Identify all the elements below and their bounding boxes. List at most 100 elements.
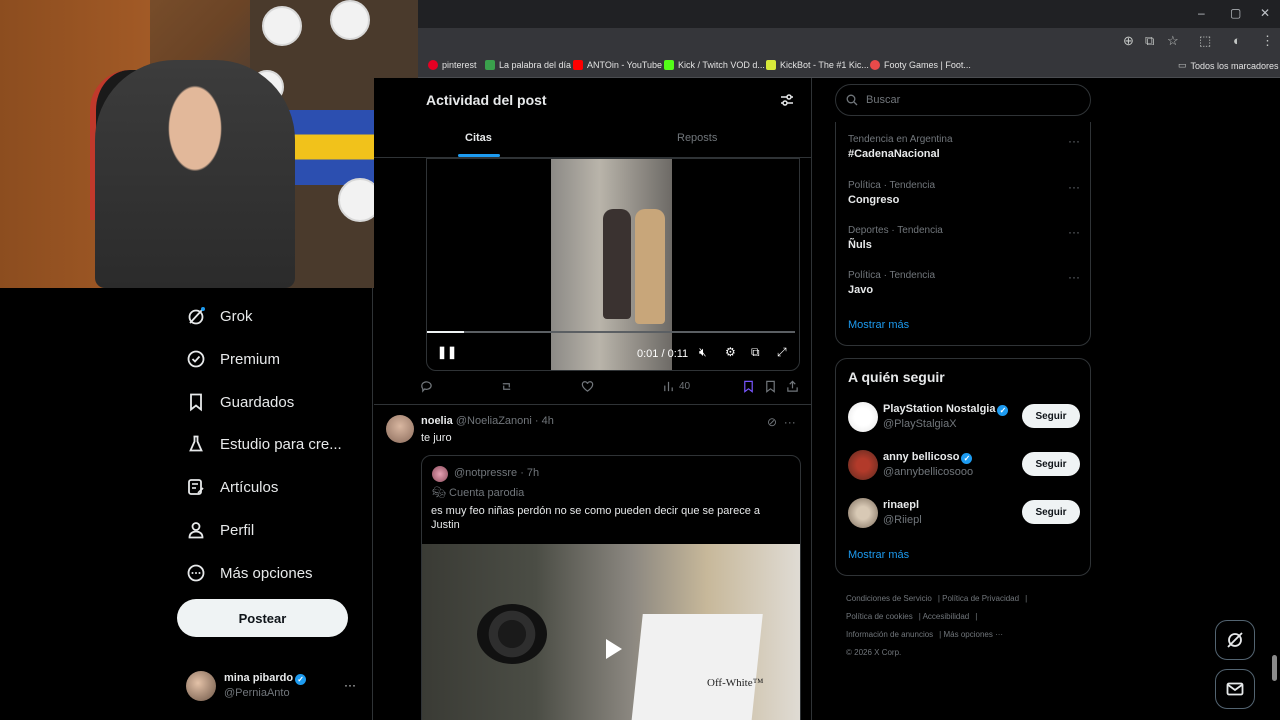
minimize-button[interactable]: – (1198, 6, 1205, 20)
grok-icon (1227, 632, 1243, 648)
nav-item-guardados[interactable]: Guardados (186, 392, 294, 412)
trends-show-more-link[interactable]: Mostrar más (848, 319, 909, 331)
camera-photo (477, 604, 547, 664)
tab-reposts[interactable]: Reposts (677, 132, 717, 144)
follow-button[interactable]: Seguir (1022, 500, 1080, 524)
nav-item-perfil[interactable]: Perfil (186, 520, 254, 540)
bookmark-youtube[interactable]: ANTOin - YouTube (573, 60, 662, 70)
article-icon (188, 479, 204, 495)
pinterest-icon (428, 60, 438, 70)
follow-suggestion[interactable]: rinaepl @Riiepl Seguir (848, 497, 1080, 529)
footer-link[interactable]: Más opciones ··· (943, 630, 1003, 639)
follow-suggestion[interactable]: anny bellicoso ✓ @annybellicosooo Seguir (848, 449, 1080, 481)
bookmark-palabra[interactable]: La palabra del día (485, 60, 571, 70)
views-button[interactable]: 40 (662, 380, 690, 393)
webcam-ball (262, 6, 302, 46)
close-window-button[interactable]: ✕ (1260, 6, 1270, 20)
who-to-follow-panel: A quién seguir PlayStation Nostalgia ✓ @P… (835, 358, 1091, 576)
footer-link[interactable]: Condiciones de Servicio (846, 594, 932, 603)
post-author-handle[interactable]: @NoeliaZanoni (456, 415, 532, 427)
footer-link[interactable]: Información de anuncios (846, 630, 933, 639)
trend-more-icon[interactable]: ··· (1068, 180, 1080, 194)
share-button[interactable] (786, 380, 799, 393)
star-icon[interactable]: ☆ (1167, 33, 1179, 49)
grok-icon[interactable]: ⊘ (767, 415, 777, 429)
video-time: 0:01 / 0:11 (637, 348, 689, 360)
video-frame (551, 159, 672, 370)
center-column: Actividad del post Citas Reposts ❚❚ 0:01… (374, 78, 812, 720)
nav-item-grok[interactable]: Grok (186, 306, 253, 326)
fullscreen-icon[interactable]: ⤢ (777, 345, 787, 360)
who-to-follow-title: A quién seguir (848, 369, 945, 385)
follow-button[interactable]: Seguir (1022, 452, 1080, 476)
trend-item[interactable]: Deportes · Tendencia Ñuls ··· (848, 225, 1080, 251)
heart-icon (581, 381, 594, 392)
grok-explain-button[interactable] (742, 380, 755, 393)
profile-avatar-icon[interactable]: ◐ (1233, 33, 1241, 48)
trend-more-icon[interactable]: ··· (1068, 270, 1080, 284)
bookmark-kickbot[interactable]: KickBot - The #1 Kic... (766, 60, 869, 70)
footer-link[interactable]: Política de cookies (846, 612, 913, 621)
bookmark-pinterest[interactable]: pinterest (428, 60, 477, 70)
webcam-person (95, 60, 295, 288)
tab-indicator (458, 154, 500, 157)
filter-icon[interactable] (780, 93, 794, 107)
reply-button[interactable] (420, 380, 433, 393)
trend-item[interactable]: Tendencia en Argentina #CadenaNacional ·… (848, 134, 1080, 160)
account-name: mina pibardo (224, 672, 294, 684)
pause-icon[interactable]: ❚❚ (437, 345, 457, 359)
trend-more-icon[interactable]: ··· (1068, 225, 1080, 239)
zoom-icon[interactable]: ⊕ (1123, 33, 1134, 49)
trend-more-icon[interactable]: ··· (1068, 134, 1080, 148)
bookmark-icon (766, 380, 775, 393)
like-button[interactable] (581, 380, 594, 393)
repost-button[interactable] (500, 380, 513, 393)
reply-icon (421, 381, 432, 393)
account-more-icon[interactable]: ··· (344, 678, 356, 692)
follow-button[interactable]: Seguir (1022, 404, 1080, 428)
settings-icon[interactable]: ⚙ (725, 345, 736, 359)
shopping-bag (631, 614, 763, 720)
quoted-post[interactable]: @notpressre · 7h 🎭︎ Cuenta parodia es mu… (421, 455, 801, 720)
quote-post[interactable]: noelia @NoeliaZanoni · 4h ⊘ ··· te juro … (374, 404, 811, 720)
post-author-name[interactable]: noelia (421, 415, 453, 427)
verified-badge-icon: ✓ (961, 453, 973, 464)
nav-item-mas-opciones[interactable]: Más opciones (186, 563, 313, 583)
mute-icon[interactable]: 🔇︎ (699, 345, 707, 360)
follow-show-more-link[interactable]: Mostrar más (848, 549, 909, 561)
messages-fab[interactable] (1215, 669, 1255, 709)
nav-item-premium[interactable]: Premium (186, 349, 280, 369)
post-more-icon[interactable]: ··· (784, 415, 796, 429)
left-navigation: Grok Premium Guardados Estudio para cre.… (0, 288, 373, 720)
trend-item[interactable]: Política · Tendencia Javo ··· (848, 270, 1080, 296)
video-player[interactable]: ❚❚ 0:01 / 0:11 🔇︎ ⚙ ⧉ ⤢ (426, 158, 800, 371)
bookmark-footy[interactable]: Footy Games | Foot... (870, 60, 971, 70)
footer-link[interactable]: Política de Privacidad (942, 594, 1019, 603)
page-scrollbar[interactable] (1272, 655, 1277, 681)
post-button[interactable]: Postear (177, 599, 348, 637)
follow-suggestion[interactable]: PlayStation Nostalgia ✓ @PlayStalgiaX Seg… (848, 401, 1080, 433)
bookmark-kick[interactable]: Kick / Twitch VOD d... (664, 60, 765, 70)
bookmark-button[interactable] (764, 380, 777, 393)
browser-menu-icon[interactable]: ⋮ (1261, 33, 1274, 49)
quoted-video[interactable]: Off-White™ (422, 544, 800, 720)
account-switcher[interactable]: mina pibardo ✓ @PerniaAnto ··· (186, 671, 366, 701)
extensions-icon[interactable]: ⬚ (1199, 33, 1211, 49)
grok-fab[interactable] (1215, 620, 1255, 660)
nav-item-estudio[interactable]: Estudio para cre... (186, 434, 342, 454)
webcam-overlay (0, 0, 418, 288)
video-person (635, 209, 665, 324)
footer-link[interactable]: Accesibilidad (923, 612, 970, 621)
picture-in-picture-icon[interactable]: ⧉ (751, 345, 760, 360)
maximize-button[interactable]: ▢ (1230, 6, 1241, 20)
search-input[interactable]: Buscar (835, 84, 1091, 116)
play-icon[interactable] (592, 629, 632, 669)
video-progress-bar[interactable] (427, 331, 795, 333)
nav-item-articulos[interactable]: Artículos (186, 477, 278, 497)
avatar[interactable] (386, 415, 414, 443)
all-bookmarks[interactable]: ▭ Todos los marcadores (1178, 60, 1279, 71)
tab-citas[interactable]: Citas (465, 132, 492, 144)
install-icon[interactable]: ⧉ (1145, 33, 1154, 49)
video-person (603, 209, 631, 319)
trend-item[interactable]: Política · Tendencia Congreso ··· (848, 180, 1080, 206)
